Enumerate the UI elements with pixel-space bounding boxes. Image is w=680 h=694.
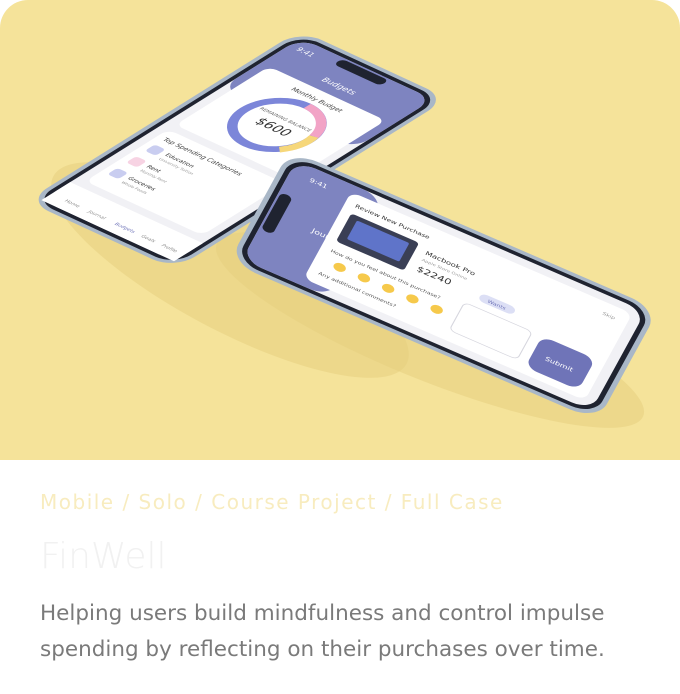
hero-image: 9:41 Budgets Monthly Budget REMAINING BA… <box>0 0 680 460</box>
project-title[interactable]: FinWell <box>40 536 167 577</box>
project-tags: Mobile / Solo / Course Project / Full Ca… <box>40 490 504 514</box>
project-card[interactable]: 9:41 Budgets Monthly Budget REMAINING BA… <box>0 0 680 694</box>
phone-mockups: 9:41 Budgets Monthly Budget REMAINING BA… <box>38 36 651 428</box>
project-description: Helping users build mindfulness and cont… <box>40 601 605 662</box>
